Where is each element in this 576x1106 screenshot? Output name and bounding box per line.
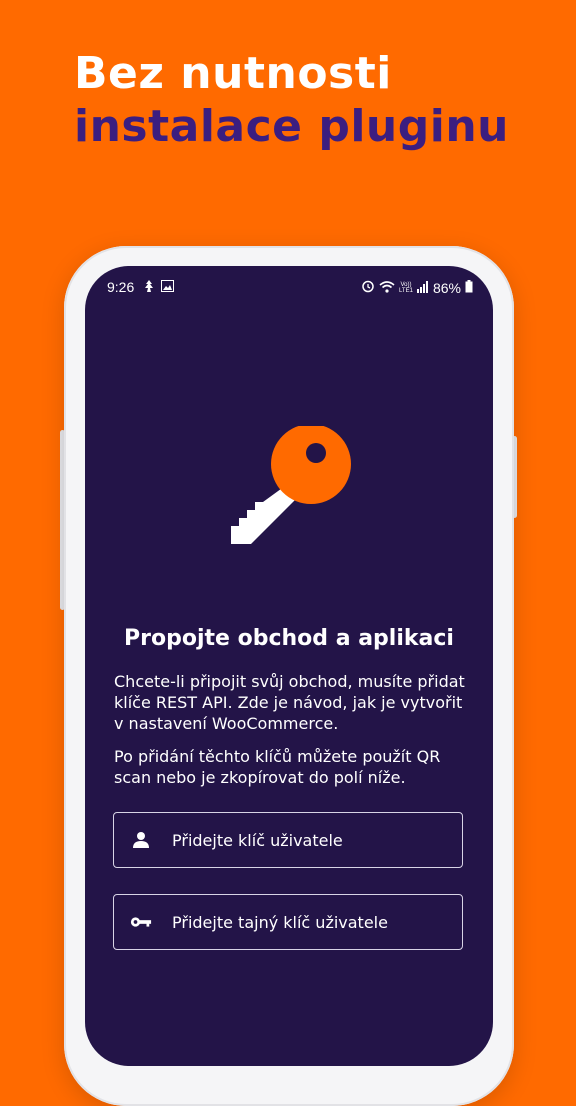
promo-headline: Bez nutnosti instalace pluginu	[74, 48, 509, 154]
connect-title: Propojte obchod a aplikaci	[124, 626, 454, 651]
app-screen: 9:26 Vo)) LTE1 86% Propojte obchod a apl…	[85, 266, 493, 1066]
status-time: 9:26	[107, 279, 135, 295]
key-illustration	[225, 424, 355, 546]
consumer-secret-placeholder: Přidejte tajný klíč uživatele	[172, 912, 388, 932]
consumer-secret-field[interactable]: Přidejte tajný klíč uživatele	[113, 894, 463, 950]
alarm-icon	[361, 279, 375, 296]
consumer-key-placeholder: Přidejte klíč uživatele	[172, 830, 343, 850]
wifi-icon	[379, 280, 395, 296]
headline-line-1: Bez nutnosti	[74, 48, 392, 99]
connect-description-qr: Po přidání těchto klíčů můžete použít QR…	[114, 747, 441, 787]
status-bar: 9:26 Vo)) LTE1 86%	[85, 266, 493, 310]
network-label: Vo)) LTE1	[399, 281, 413, 294]
notification-icon	[143, 279, 155, 296]
consumer-key-field[interactable]: Přidejte klíč uživatele	[113, 812, 463, 868]
battery-percentage: 86%	[432, 279, 461, 296]
key-icon	[130, 911, 152, 933]
connect-description: Chcete-li připojit svůj obchod, musíte p…	[114, 672, 465, 733]
signal-icon	[416, 280, 429, 296]
person-icon	[130, 829, 152, 851]
image-icon	[161, 279, 174, 296]
battery-icon	[465, 279, 473, 296]
headline-line-2: instalace pluginu	[74, 101, 509, 152]
